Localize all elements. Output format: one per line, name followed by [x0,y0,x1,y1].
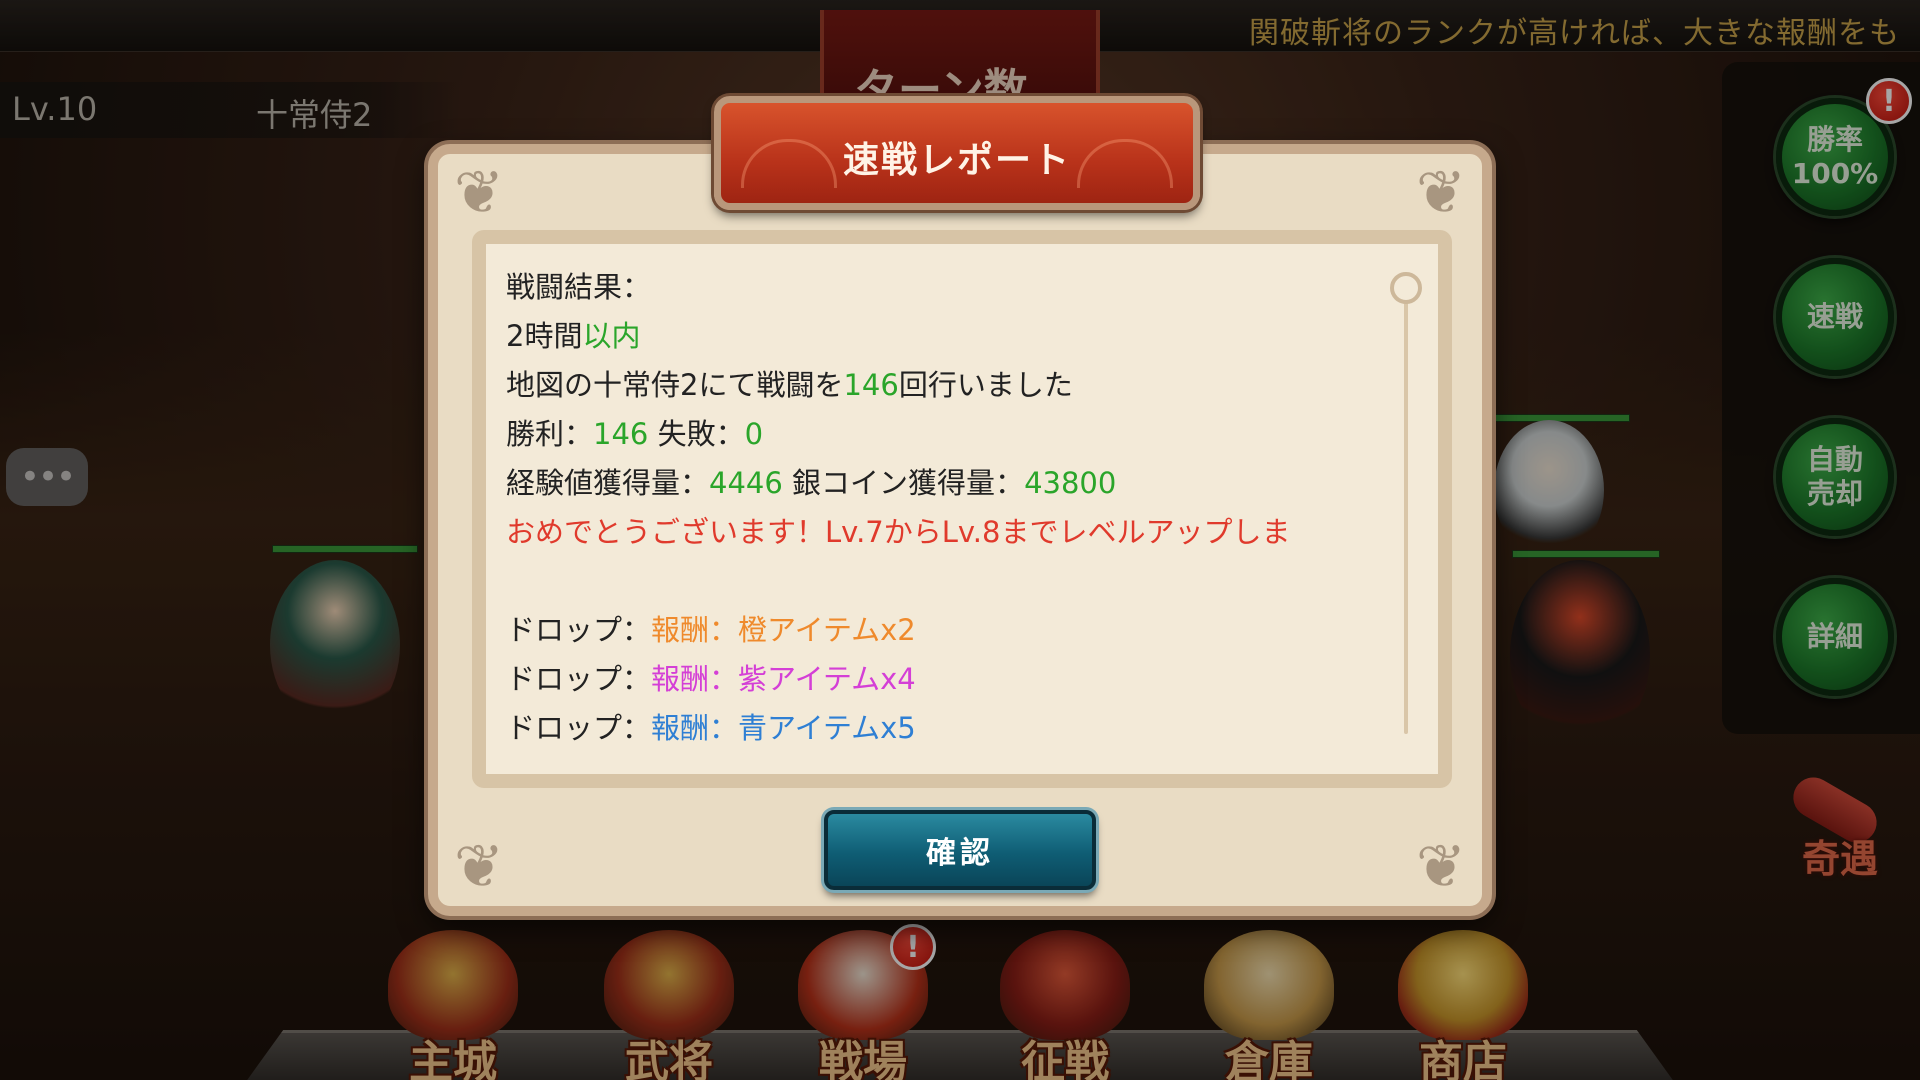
drop-label: ドロップ： [506,711,652,745]
exp-label: 経験値獲得量： [506,466,710,500]
duration-value: 以内 [582,319,641,353]
report-text: 戦闘結果： 2時間以内 地図の十常侍2にて戦闘を146回行いました 勝利：146… [506,264,1386,754]
battle-count-line: 地図の十常侍2にて戦闘を146回行いました [506,362,1386,411]
gains-line: 経験値獲得量：4446 銀コイン獲得量：43800 [506,460,1386,509]
battle-report-panel: 戦闘結果： 2時間以内 地図の十常侍2にて戦闘を146回行いました 勝利：146… [472,230,1452,788]
drop-label: ドロップ： [506,613,652,647]
win-label: 勝利： [506,417,594,451]
result-label: 戦闘結果： [506,270,652,304]
duration-prefix: 2時間 [506,319,583,353]
coin-value: 43800 [1024,466,1117,500]
win-count: 146 [593,417,649,451]
report-scrollbar-thumb[interactable] [1390,272,1422,304]
battle-count-suffix: 回行いました [898,368,1073,402]
win-loss-line: 勝利：146 失敗：0 [506,411,1386,460]
report-scrollbar-track[interactable] [1404,284,1408,734]
corner-ornament-icon: ❦ [1415,158,1467,228]
dialog-title-plate: 速戦レポート [714,96,1200,210]
loss-label: 失敗： [657,417,745,451]
loss-count: 0 [744,417,764,451]
drop-value: 報酬：紫アイテムx4 [651,662,916,696]
level-up-message: おめでとうございます！Lv.7からLv.8までレベルアップしま [506,515,1291,549]
exp-value: 4446 [709,466,783,500]
corner-ornament-icon: ❦ [1415,832,1467,902]
battle-count-prefix: 地図の十常侍2にて戦闘を [506,368,844,402]
duration-line: 2時間以内 [506,313,1386,362]
confirm-button[interactable]: 確認 [824,810,1096,890]
corner-ornament-icon: ❦ [453,158,505,228]
drop-value: 報酬：青アイテムx5 [651,711,916,745]
drop-value: 報酬：橙アイテムx2 [651,613,916,647]
battle-count: 146 [843,368,899,402]
coin-label: 銀コイン獲得量： [792,466,1025,500]
drop-line: ドロップ：報酬：青アイテムx5 [506,705,1386,754]
drop-line: ドロップ：報酬：橙アイテムx2 [506,607,1386,656]
drop-line: ドロップ：報酬：紫アイテムx4 [506,656,1386,705]
corner-ornament-icon: ❦ [453,832,505,902]
dialog-title: 速戦レポート [842,140,1071,181]
drop-label: ドロップ： [506,662,652,696]
